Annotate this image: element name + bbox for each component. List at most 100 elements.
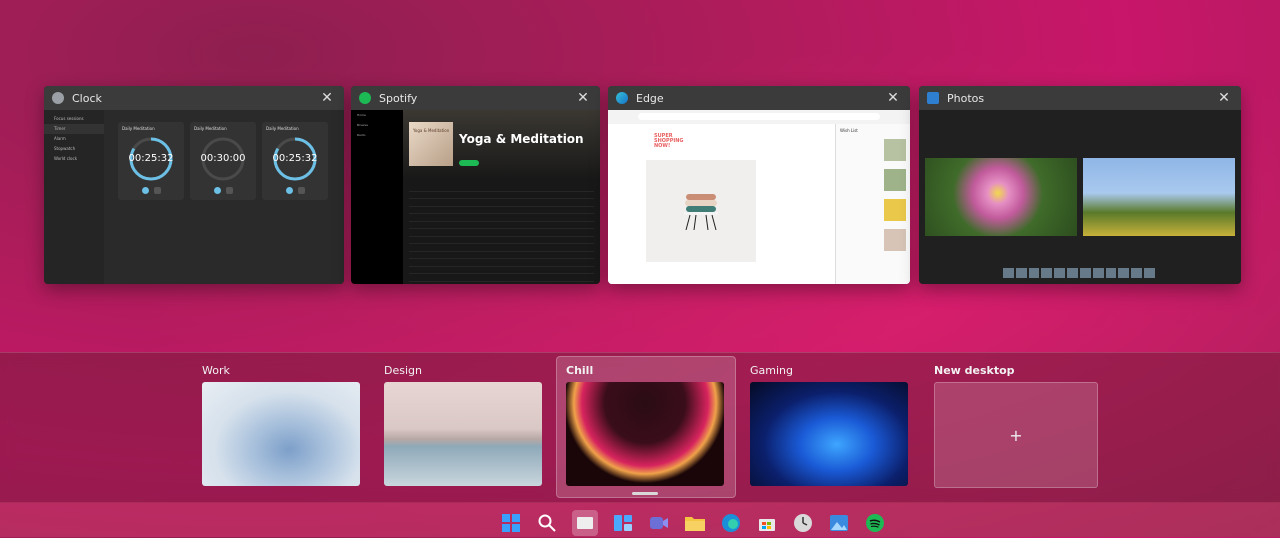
web-page: SUPER SHOPPING NOW! [608, 124, 836, 284]
close-icon[interactable]: ✕ [574, 90, 592, 106]
reset-icon[interactable] [298, 187, 305, 194]
timer-card[interactable]: Daily Meditation 00:25:32 [262, 122, 328, 200]
sidebar-item-world-clock[interactable]: World clock [44, 154, 104, 164]
table-row[interactable] [409, 199, 594, 207]
play-button[interactable] [459, 160, 479, 166]
table-row[interactable] [409, 229, 594, 237]
filmstrip[interactable] [1003, 268, 1155, 278]
clock-sidebar: Focus sessions Timer Alarm Stopwatch Wor… [44, 110, 104, 284]
timer-grid: Daily Meditation 00:25:32 Daily Meditati… [104, 110, 344, 284]
table-row[interactable] [409, 184, 594, 192]
spotify-icon[interactable] [864, 512, 886, 534]
reset-icon[interactable] [154, 187, 161, 194]
task-view-icon[interactable] [572, 510, 598, 536]
cover-title: Yoga & Meditation [413, 128, 450, 133]
list-item[interactable] [840, 199, 906, 227]
timer-title: Daily Meditation [122, 126, 155, 131]
timer-title: Daily Meditation [194, 126, 227, 131]
table-row[interactable] [409, 244, 594, 252]
close-icon[interactable]: ✕ [318, 90, 336, 106]
desktop-chill[interactable]: Chill [566, 360, 724, 486]
start-icon[interactable] [500, 512, 522, 534]
store-icon[interactable] [756, 512, 778, 534]
flower-photo[interactable] [925, 158, 1077, 236]
table-row[interactable] [409, 267, 594, 274]
sidebar-item-radio[interactable]: Radio [351, 130, 403, 140]
product-thumbnail [884, 229, 906, 251]
table-row[interactable] [409, 252, 594, 259]
window-titlebar[interactable]: Spotify ✕ [351, 86, 600, 110]
close-icon[interactable]: ✕ [884, 90, 902, 106]
reset-icon[interactable] [226, 187, 233, 194]
edge-app-icon [616, 92, 628, 104]
window-content: Home Browse Radio Yoga & Meditation Yoga… [351, 110, 600, 284]
table-row[interactable] [409, 207, 594, 214]
panel-title: Wish List [840, 128, 858, 133]
desktop-thumbnail[interactable] [384, 382, 542, 486]
window-titlebar[interactable]: Clock ✕ [44, 86, 344, 110]
play-icon[interactable] [286, 187, 293, 194]
list-item[interactable] [840, 229, 906, 257]
window-clock[interactable]: Clock ✕ Focus sessions Timer Alarm Stopw… [44, 86, 344, 284]
desktop-thumbnail[interactable] [202, 382, 360, 486]
desktop-gaming[interactable]: Gaming [750, 360, 908, 486]
sidebar-item-browse[interactable]: Browse [351, 120, 403, 130]
file-explorer-icon[interactable] [684, 512, 706, 534]
table-row[interactable] [409, 237, 594, 244]
field-photo[interactable] [1083, 158, 1235, 236]
window-content [919, 110, 1241, 284]
search-icon[interactable] [536, 512, 558, 534]
timer-card[interactable]: Daily Meditation 00:25:32 [118, 122, 184, 200]
window-titlebar[interactable]: Edge ✕ [608, 86, 910, 110]
address-bar[interactable] [638, 113, 880, 120]
product-image [646, 160, 756, 262]
table-row[interactable] [409, 222, 594, 229]
desktop-label: New desktop [934, 364, 1015, 377]
product-thumbnail [884, 139, 906, 161]
window-title: Spotify [379, 91, 418, 105]
sidebar-item-timer[interactable]: Timer [44, 124, 104, 134]
close-icon[interactable]: ✕ [1215, 90, 1233, 106]
list-item[interactable] [840, 139, 906, 167]
window-edge[interactable]: Edge ✕ SUPER SHOPPING NOW! Wish List [608, 86, 910, 284]
timer-time: 00:30:00 [200, 153, 246, 164]
desktop-label: Chill [566, 364, 594, 377]
teams-icon[interactable] [648, 512, 670, 534]
new-desktop-button[interactable]: + [934, 382, 1098, 488]
taskbar-icons [500, 508, 886, 538]
track-list [409, 184, 594, 284]
table-row[interactable] [409, 282, 594, 285]
window-photos[interactable]: Photos ✕ [919, 86, 1241, 284]
window-content: SUPER SHOPPING NOW! Wish List [608, 110, 910, 284]
clock-app-icon [52, 92, 64, 104]
photo-viewer [919, 110, 1241, 284]
sidebar-item-focus[interactable]: Focus sessions [44, 114, 104, 124]
table-row[interactable] [409, 192, 594, 199]
window-titlebar[interactable]: Photos ✕ [919, 86, 1241, 110]
list-item[interactable] [840, 169, 906, 197]
timer-card[interactable]: Daily Meditation 00:30:00 [190, 122, 256, 200]
clock-icon[interactable] [792, 512, 814, 534]
window-title: Clock [72, 91, 102, 105]
sidebar-item-home[interactable]: Home [351, 110, 403, 120]
sidebar-item-alarm[interactable]: Alarm [44, 134, 104, 144]
site-logo: SUPER SHOPPING NOW! [654, 133, 684, 149]
sidebar-item-stopwatch[interactable]: Stopwatch [44, 144, 104, 154]
table-row[interactable] [409, 214, 594, 222]
window-spotify[interactable]: Spotify ✕ Home Browse Radio Yoga & Medit… [351, 86, 600, 284]
desktop-new[interactable]: New desktop + [934, 360, 1098, 488]
photos-icon[interactable] [828, 512, 850, 534]
desktop-work[interactable]: Work [202, 360, 360, 486]
play-icon[interactable] [214, 187, 221, 194]
table-row[interactable] [409, 274, 594, 282]
desktop-thumbnail[interactable] [750, 382, 908, 486]
table-row[interactable] [409, 259, 594, 267]
timer-title: Daily Meditation [266, 126, 299, 131]
play-icon[interactable] [142, 187, 149, 194]
edge-icon[interactable] [720, 512, 742, 534]
playlist-view: Yoga & Meditation Yoga & Meditation [403, 110, 600, 284]
widgets-icon[interactable] [612, 512, 634, 534]
desktop-design[interactable]: Design [384, 360, 542, 486]
timer-time: 00:25:32 [272, 153, 318, 164]
desktop-thumbnail[interactable] [566, 382, 724, 486]
